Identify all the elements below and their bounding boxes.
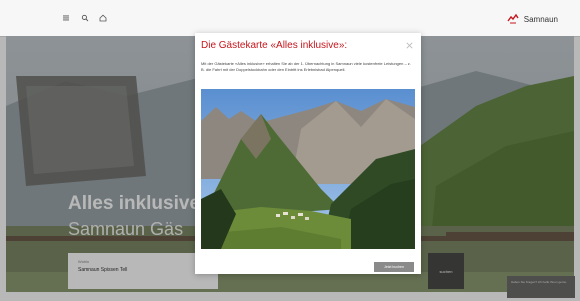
modal-description: Mit der Gästekarte «Alles inklusive» erh…	[201, 61, 411, 72]
page: Samnaun Alles inklusive Samnaun Gäs Wohi…	[0, 0, 580, 301]
modal-photo	[201, 89, 415, 249]
mountain-valley-image	[201, 89, 415, 249]
site-header: Samnaun	[0, 0, 580, 37]
search-icon[interactable]	[80, 13, 90, 23]
home-icon[interactable]	[98, 13, 108, 23]
guestcard-modal: Die Gästekarte «Alles inklusive»: Mit de…	[195, 33, 421, 274]
logo-mark-icon	[507, 13, 519, 24]
menu-icon[interactable]	[61, 13, 71, 23]
book-now-button[interactable]: Jetzt buchen	[374, 262, 414, 272]
logo-text: Samnaun	[523, 14, 558, 24]
samnaun-logo[interactable]: Samnaun	[507, 12, 558, 26]
close-icon[interactable]	[405, 41, 413, 49]
modal-title: Die Gästekarte «Alles inklusive»:	[201, 40, 348, 51]
